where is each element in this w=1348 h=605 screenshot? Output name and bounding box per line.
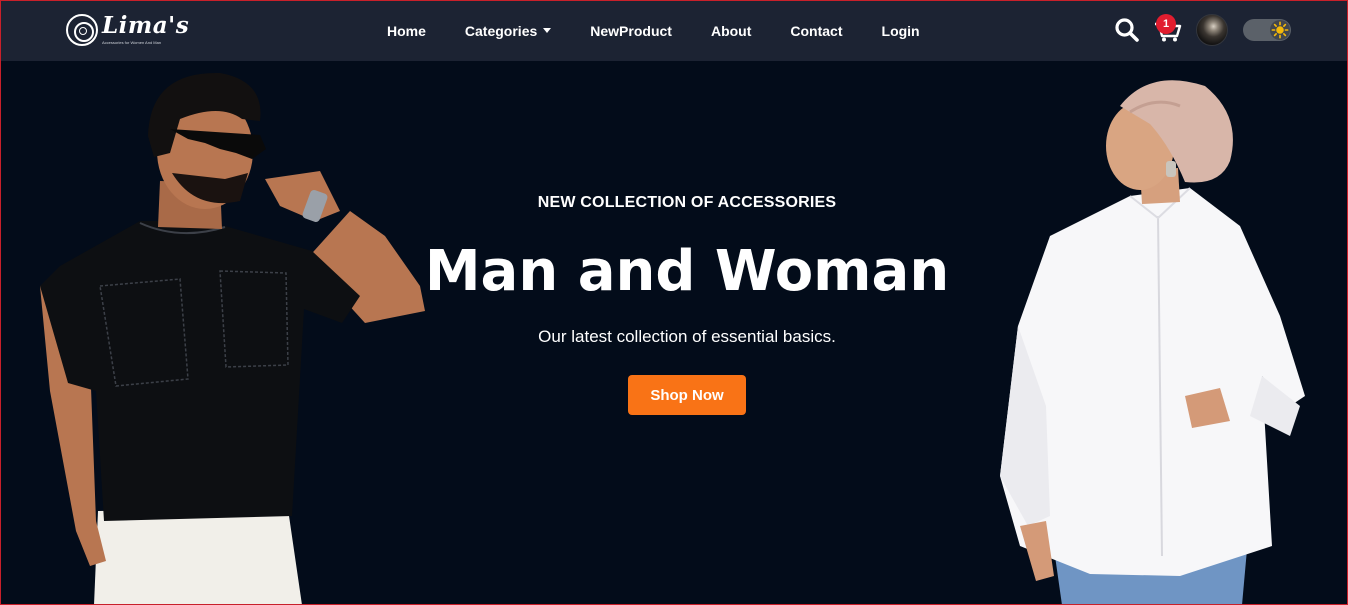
search-icon[interactable] [1114,17,1140,43]
nav-contact-label: Contact [790,22,843,39]
nav-categories-label: Categories [464,22,538,39]
theme-toggle[interactable] [1243,19,1291,41]
nav-home[interactable]: Home [387,23,426,39]
shop-now-button[interactable]: Shop Now [628,375,746,415]
hero-subtitle: Our latest collection of essential basic… [538,327,836,346]
hero-eyebrow: NEW COLLECTION OF ACCESSORIES [537,194,837,211]
cart-button[interactable]: 1 [1153,14,1183,42]
main-nav: Home Categories NewProduct About Contact… [387,0,959,61]
chevron-down-icon [543,28,552,33]
brand-tagline: Accessories for Women And Man [102,40,162,45]
nav-about-label: About [710,22,752,39]
user-avatar[interactable] [1196,14,1228,46]
sun-icon [1271,21,1289,39]
brand-logo[interactable]: Lima's Accessories for Women And Man [66,12,196,48]
nav-login-label: Login [881,22,920,39]
hero-image-man [40,72,425,605]
hero-title: Man and Woman [424,239,950,304]
hero-banner: NEW COLLECTION OF ACCESSORIES Man and Wo… [0,61,1348,605]
nav-newproduct-label: NewProduct [590,22,672,39]
nav-contact[interactable]: Contact [790,23,842,39]
toggle-knob [1270,20,1290,40]
cart-count-badge: 1 [1156,14,1176,34]
nav-home-label: Home [387,22,426,39]
brand-name: Lima's [102,12,190,39]
nav-newproduct[interactable]: NewProduct [590,23,672,39]
nav-categories[interactable]: Categories [464,22,552,39]
navbar: Lima's Accessories for Women And Man Hom… [0,0,1348,61]
logo-mark-icon [66,14,98,46]
hero-image-woman [1000,80,1305,605]
nav-login[interactable]: Login [882,23,920,39]
nav-about[interactable]: About [711,23,751,39]
